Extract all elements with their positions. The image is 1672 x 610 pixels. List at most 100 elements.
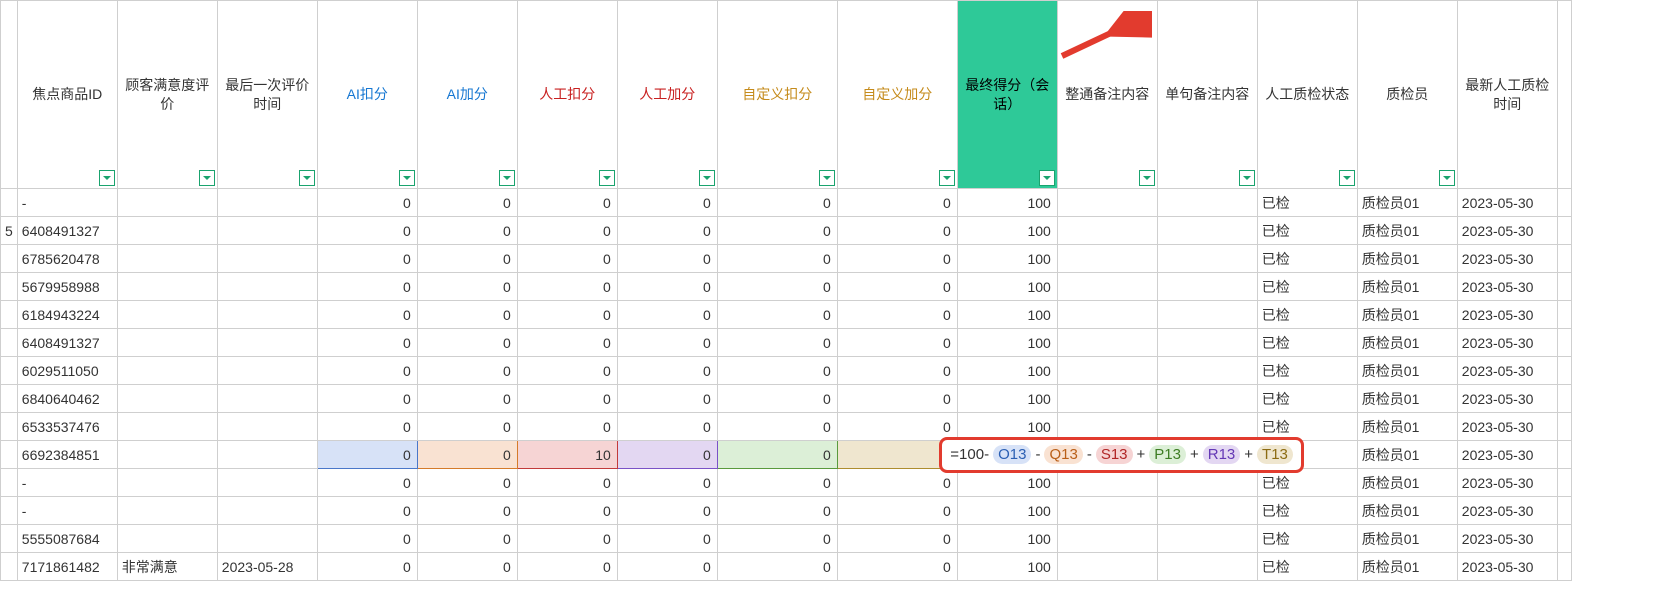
cell-aiplus[interactable]: 0 [417,189,517,217]
cell-qctime[interactable]: 2023-05-30 [1457,189,1557,217]
cell-cusminus[interactable]: 0 [717,217,837,245]
cell-prodid[interactable]: 6184943224 [17,301,117,329]
cell-cusminus[interactable]: 0 [717,245,837,273]
cell-cusminus[interactable]: 0 [717,385,837,413]
cell-manplus[interactable]: 0 [617,441,717,469]
cell-manminus[interactable]: 0 [517,525,617,553]
column-header-note2[interactable]: 单句备注内容 [1157,1,1257,189]
cell-tailcol[interactable] [1557,357,1571,385]
cell-note2[interactable] [1157,217,1257,245]
cell-qctime[interactable]: 2023-05-30 [1457,329,1557,357]
cell-manminus[interactable]: 0 [517,357,617,385]
cell-prodid[interactable]: 6029511050 [17,357,117,385]
cell-note1[interactable] [1057,301,1157,329]
cell-note1[interactable] [1057,469,1157,497]
cell-leadcol[interactable] [1,441,18,469]
cell-final[interactable]: 100 [957,273,1057,301]
cell-cusplus[interactable]: 0 [837,189,957,217]
cell-tailcol[interactable] [1557,329,1571,357]
cell-final[interactable]: 100 [957,189,1057,217]
cell-inspector[interactable]: 质检员01 [1357,553,1457,581]
cell-aiplus[interactable]: 0 [417,413,517,441]
cell-cusminus[interactable]: 0 [717,357,837,385]
filter-toggle[interactable] [199,170,215,186]
formula-editor[interactable]: =100-O13 - Q13 - S13 + P13 + R13 + T13 [939,437,1304,473]
cell-inspector[interactable]: 质检员01 [1357,497,1457,525]
cell-note2[interactable] [1157,301,1257,329]
cell-prodid[interactable]: - [17,497,117,525]
cell-sat[interactable] [117,329,217,357]
column-header-qctime[interactable]: 最新人工质检时间 [1457,1,1557,189]
cell-cusminus[interactable]: 0 [717,553,837,581]
cell-prodid[interactable]: - [17,469,117,497]
cell-aiplus[interactable]: 0 [417,273,517,301]
cell-note2[interactable] [1157,273,1257,301]
cell-manminus[interactable]: 0 [517,189,617,217]
filter-toggle[interactable] [1339,170,1355,186]
cell-manminus[interactable]: 0 [517,469,617,497]
cell-sat[interactable] [117,273,217,301]
cell-qctime[interactable]: 2023-05-30 [1457,497,1557,525]
cell-cusplus[interactable]: 0 [837,273,957,301]
cell-inspector[interactable]: 质检员01 [1357,385,1457,413]
cell-manplus[interactable]: 0 [617,273,717,301]
cell-lasteval[interactable] [217,441,317,469]
cell-leadcol[interactable] [1,525,18,553]
cell-inspector[interactable]: 质检员01 [1357,217,1457,245]
cell-tailcol[interactable] [1557,441,1571,469]
cell-qctime[interactable]: 2023-05-30 [1457,413,1557,441]
cell-tailcol[interactable] [1557,525,1571,553]
cell-final[interactable]: 100 [957,357,1057,385]
cell-aiplus[interactable]: 0 [417,469,517,497]
cell-lasteval[interactable] [217,385,317,413]
cell-qcstat[interactable]: 已检 [1257,217,1357,245]
cell-manplus[interactable]: 0 [617,245,717,273]
cell-aiplus[interactable]: 0 [417,385,517,413]
filter-toggle[interactable] [1039,170,1055,186]
column-header-tailcol[interactable] [1557,1,1571,189]
cell-qcstat[interactable]: 已检 [1257,357,1357,385]
cell-qctime[interactable]: 2023-05-30 [1457,469,1557,497]
filter-toggle[interactable] [819,170,835,186]
cell-aiminus[interactable]: 0 [317,413,417,441]
cell-note1[interactable] [1057,497,1157,525]
cell-inspector[interactable]: 质检员01 [1357,273,1457,301]
cell-qctime[interactable]: 2023-05-30 [1457,441,1557,469]
cell-manminus[interactable]: 0 [517,273,617,301]
cell-cusminus[interactable]: 0 [717,525,837,553]
cell-manplus[interactable]: 0 [617,357,717,385]
cell-manminus[interactable]: 0 [517,553,617,581]
cell-qctime[interactable]: 2023-05-30 [1457,525,1557,553]
cell-inspector[interactable]: 质检员01 [1357,189,1457,217]
cell-cusminus[interactable]: 0 [717,301,837,329]
cell-manminus[interactable]: 0 [517,217,617,245]
cell-manminus[interactable]: 0 [517,413,617,441]
cell-lasteval[interactable] [217,189,317,217]
cell-sat[interactable] [117,245,217,273]
cell-tailcol[interactable] [1557,497,1571,525]
filter-toggle[interactable] [299,170,315,186]
cell-aiplus[interactable]: 0 [417,301,517,329]
cell-tailcol[interactable] [1557,385,1571,413]
cell-leadcol[interactable] [1,273,18,301]
cell-lasteval[interactable] [217,469,317,497]
cell-cusplus[interactable]: 0 [837,385,957,413]
column-header-prodid[interactable]: 焦点商品ID [17,1,117,189]
column-header-cusminus[interactable]: 自定义扣分 [717,1,837,189]
cell-aiplus[interactable]: 0 [417,497,517,525]
cell-note1[interactable] [1057,245,1157,273]
cell-prodid[interactable]: 6533537476 [17,413,117,441]
cell-inspector[interactable]: 质检员01 [1357,329,1457,357]
cell-cusminus[interactable]: 0 [717,273,837,301]
cell-aiminus[interactable]: 0 [317,553,417,581]
cell-note1[interactable] [1057,357,1157,385]
cell-note1[interactable] [1057,553,1157,581]
cell-qctime[interactable]: 2023-05-30 [1457,217,1557,245]
cell-cusminus[interactable]: 0 [717,189,837,217]
cell-note1[interactable] [1057,217,1157,245]
cell-prodid[interactable]: 6785620478 [17,245,117,273]
cell-aiplus[interactable]: 0 [417,245,517,273]
cell-aiminus[interactable]: 0 [317,301,417,329]
cell-qcstat[interactable]: 已检 [1257,301,1357,329]
filter-toggle[interactable] [939,170,955,186]
